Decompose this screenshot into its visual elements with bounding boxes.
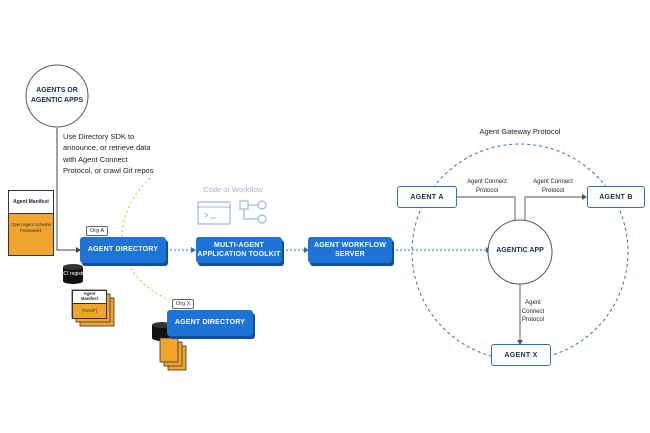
org-x-tag: Org X — [172, 299, 195, 309]
diagram-canvas — [25, 64, 629, 371]
agent-manifest-doc: Agent Manifest Open Agent Schema Framewo… — [8, 190, 54, 256]
agent-manifest-doc-subtitle: Open Agent Schema Framework — [11, 222, 51, 234]
org-x-manifest-stack — [159, 337, 187, 371]
sdk-note: Use Directory SDK to announce, or retrie… — [63, 132, 154, 175]
acp-label-b: Agent Connect Protocol — [533, 179, 573, 194]
org-x-agent-directory[interactable]: AGENT DIRECTORY — [167, 310, 253, 336]
org-a-tag: Org A — [86, 226, 109, 236]
acp-label-x: Agent Connect Protocol — [521, 300, 545, 324]
agent-x-box[interactable]: AGENT X — [491, 344, 551, 366]
agents-circle-label: AGENTS OR AGENTIC APPS — [30, 87, 84, 104]
agent-a-box[interactable]: AGENT A — [397, 186, 457, 208]
code-icon — [197, 201, 231, 225]
oci-registry-label: OCI registry — [59, 271, 87, 277]
agent-workflow-server[interactable]: AGENT WORKFLOW SERVER — [308, 237, 392, 263]
gateway-title: Agent Gateway Protocol — [479, 127, 561, 136]
multi-agent-toolkit[interactable]: MULTI-AGENT APPLICATION TOOLKIT — [196, 237, 282, 263]
workflow-icon — [239, 200, 267, 224]
acp-label-a: Agent Connect Protocol — [467, 179, 507, 194]
oci-manifest-front-subtitle: [OASF] — [82, 308, 97, 313]
oci-manifest-front: Agent Manifest [OASF] — [72, 290, 107, 319]
org-a-agent-directory[interactable]: AGENT DIRECTORY — [80, 237, 166, 263]
agentic-app-label: AGENTIC APP — [496, 247, 544, 254]
agent-a-to-app-line — [457, 196, 516, 222]
agent-manifest-doc-header: Agent Manifest — [9, 191, 53, 214]
oci-manifest-front-header: Agent Manifest — [73, 291, 106, 304]
agent-b-to-app-line — [524, 196, 582, 222]
code-or-workflow-label: Code or Workflow — [203, 185, 263, 194]
agent-b-box[interactable]: AGENT B — [587, 186, 645, 208]
